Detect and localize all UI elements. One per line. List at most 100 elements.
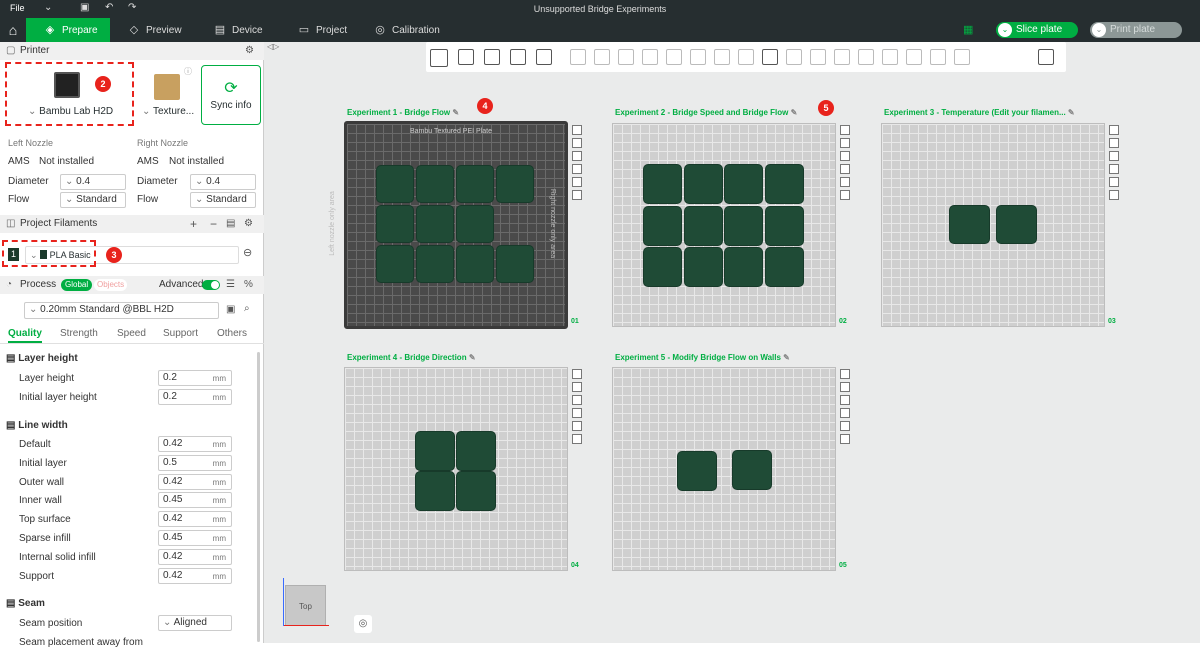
left-flow-select[interactable]: ⌄ Standard — [60, 192, 126, 208]
measure-icon[interactable] — [810, 49, 826, 65]
assembly-icon[interactable] — [834, 49, 850, 65]
edit-icon[interactable]: ✎ — [467, 353, 476, 362]
model-object[interactable] — [456, 165, 494, 203]
model-object[interactable] — [732, 450, 772, 490]
lock-icon[interactable] — [572, 408, 582, 418]
objects-toggle[interactable]: Objects — [94, 279, 128, 291]
scrollbar[interactable] — [257, 352, 260, 642]
model-object[interactable] — [765, 206, 804, 246]
arrange-icon[interactable] — [840, 138, 850, 148]
setting-input[interactable]: 0.2 mm — [158, 389, 232, 405]
slice-icon[interactable] — [1109, 190, 1119, 200]
model-object[interactable] — [724, 247, 763, 287]
search-icon[interactable]: ⌕ — [244, 303, 250, 314]
orient-icon[interactable] — [572, 151, 582, 161]
move-icon[interactable] — [570, 49, 586, 65]
orient-icon[interactable] — [840, 395, 850, 405]
model-object[interactable] — [456, 471, 496, 511]
plate-title[interactable]: Experiment 1 - Bridge Flow ✎ — [347, 108, 459, 117]
model-object[interactable] — [496, 245, 534, 283]
gear-icon[interactable]: ⚙ — [245, 42, 254, 60]
model-object[interactable] — [416, 205, 454, 243]
model-object[interactable] — [643, 206, 682, 246]
arrange-icon[interactable] — [572, 382, 582, 392]
home-icon[interactable]: ⌂ — [0, 18, 26, 42]
plate-type-selector[interactable]: ⓘ ⌄ Texture... — [142, 66, 198, 123]
cut-icon[interactable] — [666, 49, 682, 65]
place-face-icon[interactable] — [642, 49, 658, 65]
print-plate-button[interactable]: ⌄ Print plate — [1090, 22, 1182, 38]
tab-prepare[interactable]: ◈ Prepare — [26, 18, 110, 42]
model-object[interactable] — [677, 451, 717, 491]
settings-icon[interactable] — [572, 421, 582, 431]
setting-input[interactable]: 0.42 mm — [158, 548, 232, 565]
seam-position-select[interactable]: ⌄ Aligned — [158, 615, 232, 631]
model-object[interactable] — [724, 164, 763, 204]
info-icon[interactable]: ⓘ — [184, 66, 192, 77]
slice-icon[interactable] — [572, 434, 582, 444]
subtab-support[interactable]: Support — [163, 328, 198, 339]
settings-icon[interactable] — [572, 177, 582, 187]
add-object-icon[interactable] — [430, 49, 448, 67]
sync-filament-icon[interactable]: ▤ — [226, 215, 235, 233]
support-paint-icon[interactable] — [714, 49, 730, 65]
slice-icon[interactable] — [572, 190, 582, 200]
orient-icon[interactable] — [1109, 151, 1119, 161]
lock-icon[interactable] — [840, 408, 850, 418]
close-icon[interactable] — [572, 369, 582, 379]
model-object[interactable] — [643, 247, 682, 287]
remove-filament-icon[interactable]: ⊖ — [243, 246, 252, 259]
slice-plate-button[interactable]: ⌄ Slice plate — [996, 22, 1078, 38]
settings-icon[interactable] — [1109, 177, 1119, 187]
tab-device[interactable]: ▤ Device — [214, 18, 263, 42]
list-icon[interactable]: ☰ — [226, 276, 235, 294]
close-icon[interactable] — [572, 125, 582, 135]
setting-input[interactable]: 0.42 mm — [158, 511, 232, 528]
multi-device-icon[interactable]: ▦ — [963, 23, 973, 36]
subtab-quality[interactable]: Quality — [8, 328, 42, 339]
remove-icon[interactable]: − — [210, 215, 217, 233]
settings-icon[interactable] — [840, 177, 850, 187]
model-object[interactable] — [684, 247, 723, 287]
explode-icon[interactable] — [858, 49, 874, 65]
settings-icon[interactable] — [840, 421, 850, 431]
slice-icon[interactable] — [840, 434, 850, 444]
split-parts-icon[interactable] — [954, 49, 970, 65]
arrange-icon[interactable] — [840, 382, 850, 392]
plate-list-icon[interactable] — [536, 49, 552, 65]
setting-input[interactable]: 0.5 mm — [158, 454, 232, 471]
plate-title[interactable]: Experiment 2 - Bridge Speed and Bridge F… — [615, 108, 797, 117]
sync-info-button[interactable]: ⟳ Sync info — [201, 65, 261, 125]
plate-title[interactable]: Experiment 4 - Bridge Direction ✎ — [347, 353, 476, 362]
setting-input[interactable]: 0.42 mm — [158, 436, 232, 452]
model-object[interactable] — [416, 245, 454, 283]
lock-icon[interactable] — [1109, 164, 1119, 174]
process-preset-select[interactable]: ⌄ 0.20mm Standard @BBL H2D — [24, 302, 219, 319]
dropdown-icon[interactable]: ⌄ — [998, 23, 1012, 37]
subtab-strength[interactable]: Strength — [60, 328, 98, 339]
gear-icon[interactable]: ⚙ — [244, 215, 253, 233]
edit-icon[interactable]: ✎ — [1066, 108, 1075, 117]
add-plate-icon[interactable] — [510, 49, 526, 65]
orient-icon[interactable] — [484, 49, 500, 65]
setting-input[interactable]: 0.45 mm — [158, 492, 232, 509]
scale-icon[interactable] — [618, 49, 634, 65]
rotate-icon[interactable] — [594, 49, 610, 65]
edit-icon[interactable]: ✎ — [788, 108, 798, 117]
plate-title[interactable]: Experiment 3 - Temperature (Edit your fi… — [884, 108, 1075, 117]
tab-preview[interactable]: ◇ Preview — [128, 18, 182, 42]
model-object[interactable] — [415, 471, 455, 511]
slice-icon[interactable] — [840, 190, 850, 200]
model-object[interactable] — [415, 431, 455, 471]
orient-icon[interactable] — [572, 395, 582, 405]
dropdown-icon[interactable]: ⌄ — [1092, 23, 1106, 37]
subtab-speed[interactable]: Speed — [117, 328, 146, 339]
model-object[interactable] — [949, 205, 990, 244]
arrange-icon[interactable] — [1109, 138, 1119, 148]
arrange-icon[interactable] — [572, 138, 582, 148]
plate-title[interactable]: Experiment 5 - Modify Bridge Flow on Wal… — [615, 353, 790, 362]
global-toggle[interactable]: Global — [61, 279, 93, 291]
advanced-switch[interactable] — [202, 280, 220, 290]
orient-icon[interactable] — [840, 151, 850, 161]
right-flow-select[interactable]: ⌄ Standard — [190, 192, 256, 208]
